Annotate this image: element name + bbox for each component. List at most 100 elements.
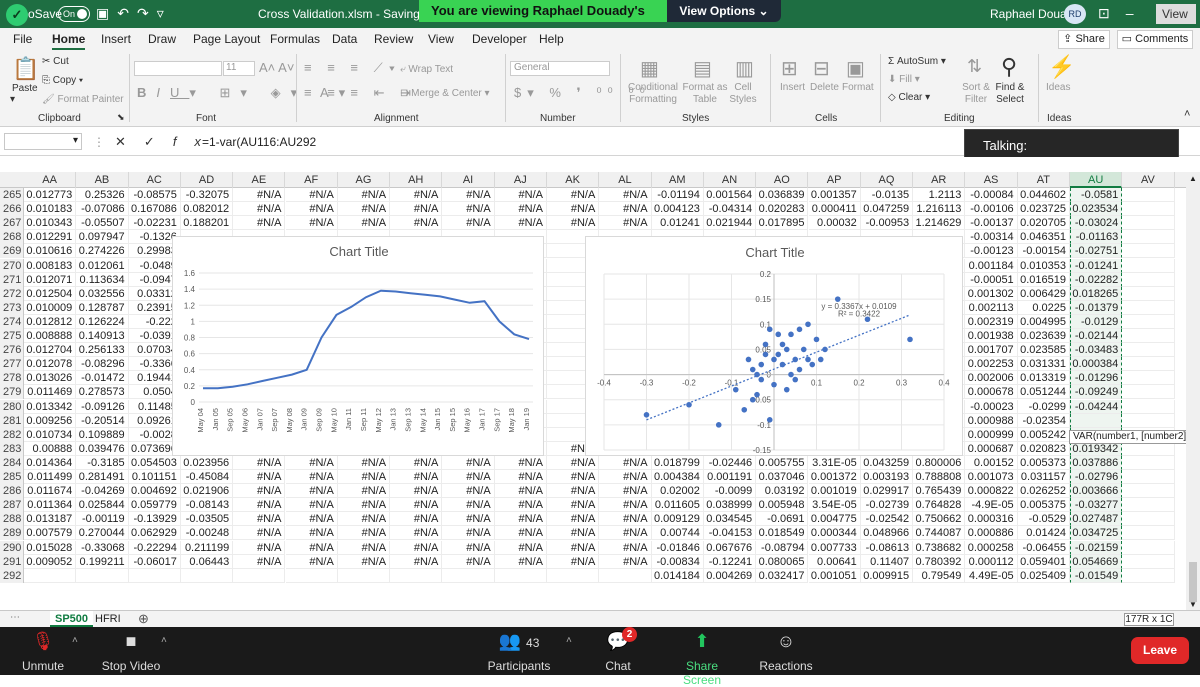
cell[interactable]: 0.032556 — [76, 286, 129, 301]
cell[interactable]: 0.034545 — [703, 512, 757, 527]
format-as-table-button[interactable]: Format as Table — [682, 82, 728, 106]
cell[interactable]: -0.01163 — [1070, 230, 1123, 245]
cell[interactable]: #N/A — [442, 554, 495, 569]
format-as-table-icon[interactable]: ▤ — [693, 56, 712, 81]
cell[interactable]: 0.051244 — [1017, 385, 1070, 400]
ideas-button[interactable]: Ideas — [1046, 82, 1070, 93]
cell[interactable]: #N/A — [390, 188, 443, 202]
cell[interactable]: 0.010616 — [24, 244, 77, 259]
cell[interactable] — [1122, 540, 1175, 555]
scatter-chart[interactable]: Chart Title-0.15-0.1-0.0500.050.10.150.2… — [585, 236, 963, 456]
cell[interactable]: #N/A — [390, 455, 443, 470]
cell[interactable]: 0.788808 — [913, 470, 966, 484]
cell[interactable] — [1122, 526, 1175, 541]
cell[interactable]: 0.013319 — [1017, 371, 1070, 386]
cell[interactable]: #N/A — [337, 526, 391, 541]
ideas-icon[interactable]: ⚡ — [1048, 54, 1075, 80]
stop-video-button[interactable]: ■ Stop Video — [98, 627, 164, 675]
cell[interactable] — [442, 568, 495, 583]
cell[interactable]: 0.113634 — [76, 272, 129, 287]
leave-button[interactable]: Leave — [1131, 637, 1189, 664]
cell[interactable]: 0.044602 — [1017, 188, 1070, 202]
cell[interactable] — [1122, 512, 1175, 527]
cell[interactable]: 0.012504 — [24, 286, 77, 301]
cell[interactable]: 0.034725 — [1070, 526, 1123, 541]
cell[interactable]: 0.012812 — [24, 314, 77, 329]
cell[interactable]: 0.011364 — [24, 498, 77, 513]
cell[interactable]: -0.09126 — [76, 399, 129, 414]
format-painter-button[interactable]: 🖌 Format Painter — [42, 94, 124, 105]
cell[interactable]: 0.001707 — [965, 343, 1018, 358]
cell[interactable] — [1122, 455, 1175, 470]
delete-cells-icon[interactable]: ⊟ — [813, 56, 830, 81]
cell[interactable]: #N/A — [390, 540, 443, 555]
cell[interactable]: 0.188201 — [180, 216, 234, 231]
cell[interactable]: #N/A — [285, 202, 338, 217]
minimize-icon[interactable]: – — [1126, 5, 1150, 21]
cell[interactable]: #N/A — [442, 455, 495, 470]
cell[interactable]: 0.00641 — [808, 554, 861, 569]
cell[interactable]: #N/A — [337, 455, 391, 470]
cell[interactable]: 0.002006 — [965, 371, 1018, 386]
tab-page-layout[interactable]: Page Layout — [193, 32, 260, 46]
cell[interactable]: -0.08296 — [76, 357, 129, 372]
cell[interactable] — [1122, 314, 1175, 329]
cell[interactable]: -0.00154 — [1017, 244, 1070, 259]
cell[interactable]: 0.744087 — [913, 526, 966, 541]
cell[interactable]: 0.211199 — [180, 540, 234, 555]
cell[interactable]: #N/A — [390, 498, 443, 513]
cell[interactable]: 3.54E-05 — [808, 498, 861, 513]
cell[interactable]: -0.00106 — [965, 202, 1018, 217]
row-header[interactable]: 287 — [0, 498, 24, 513]
vertical-scrollbar[interactable]: ▲ ▼ — [1186, 172, 1200, 612]
cell[interactable]: 0.006429 — [1017, 286, 1070, 301]
row-header[interactable]: 281 — [0, 413, 24, 428]
cell[interactable]: 0.054669 — [1070, 554, 1123, 569]
cell[interactable]: 0.11407 — [860, 554, 914, 569]
cell[interactable]: #N/A — [337, 188, 391, 202]
cell[interactable]: 0.005948 — [756, 498, 809, 513]
unmute-button[interactable]: 🎙 Unmute — [18, 627, 68, 675]
dialog-launcher-icon[interactable]: ⬊ — [117, 112, 125, 123]
cell[interactable]: #N/A — [547, 216, 600, 231]
copy-button[interactable]: ⎘ Copy ▾ — [42, 75, 83, 86]
cell[interactable]: #N/A — [390, 202, 443, 217]
scroll-up-icon[interactable]: ▲ — [1189, 174, 1197, 183]
cell[interactable] — [1122, 216, 1175, 231]
cell[interactable]: -0.0099 — [703, 484, 757, 499]
cell[interactable]: #N/A — [337, 202, 391, 217]
row-header[interactable]: 276 — [0, 343, 24, 358]
cell[interactable]: #N/A — [599, 455, 652, 470]
name-box[interactable]: ▾ — [4, 133, 82, 150]
cell[interactable]: -0.22294 — [128, 540, 181, 555]
cell[interactable] — [1122, 498, 1175, 513]
cell[interactable]: 0.010343 — [24, 216, 77, 231]
cell[interactable]: #N/A — [442, 526, 495, 541]
cell[interactable]: #N/A — [442, 498, 495, 513]
cell[interactable]: 0.054503 — [128, 455, 181, 470]
column-header[interactable]: AI — [442, 172, 495, 188]
cell[interactable]: #N/A — [547, 554, 600, 569]
column-header[interactable]: AK — [547, 172, 600, 188]
cell[interactable]: #N/A — [285, 188, 338, 202]
cell[interactable] — [599, 568, 652, 583]
cell[interactable]: 0.014364 — [24, 455, 77, 470]
cell[interactable]: 1.216113 — [913, 202, 966, 217]
cell[interactable]: #N/A — [599, 202, 652, 217]
cell[interactable] — [337, 568, 391, 583]
cell[interactable]: 0.021944 — [703, 216, 757, 231]
row-header[interactable]: 266 — [0, 202, 24, 217]
cell[interactable]: #N/A — [285, 512, 338, 527]
cell[interactable]: 0.018265 — [1070, 286, 1123, 301]
cell[interactable]: -0.02144 — [1070, 329, 1123, 343]
sheet-tab-hfri[interactable]: HFRI — [90, 611, 126, 627]
cell[interactable]: -0.02796 — [1070, 470, 1123, 484]
cell[interactable]: 0.059401 — [1017, 554, 1070, 569]
cell[interactable]: 0.738682 — [913, 540, 966, 555]
font-name-combo[interactable] — [134, 61, 222, 76]
cell[interactable]: -0.01549 — [1070, 568, 1123, 583]
cell[interactable]: #N/A — [494, 540, 547, 555]
tab-formulas[interactable]: Formulas — [270, 32, 320, 46]
quick-access-toolbar[interactable]: ▣↶↷▿ — [96, 5, 172, 22]
participants-button[interactable]: 👥 43 Participants — [486, 627, 552, 675]
